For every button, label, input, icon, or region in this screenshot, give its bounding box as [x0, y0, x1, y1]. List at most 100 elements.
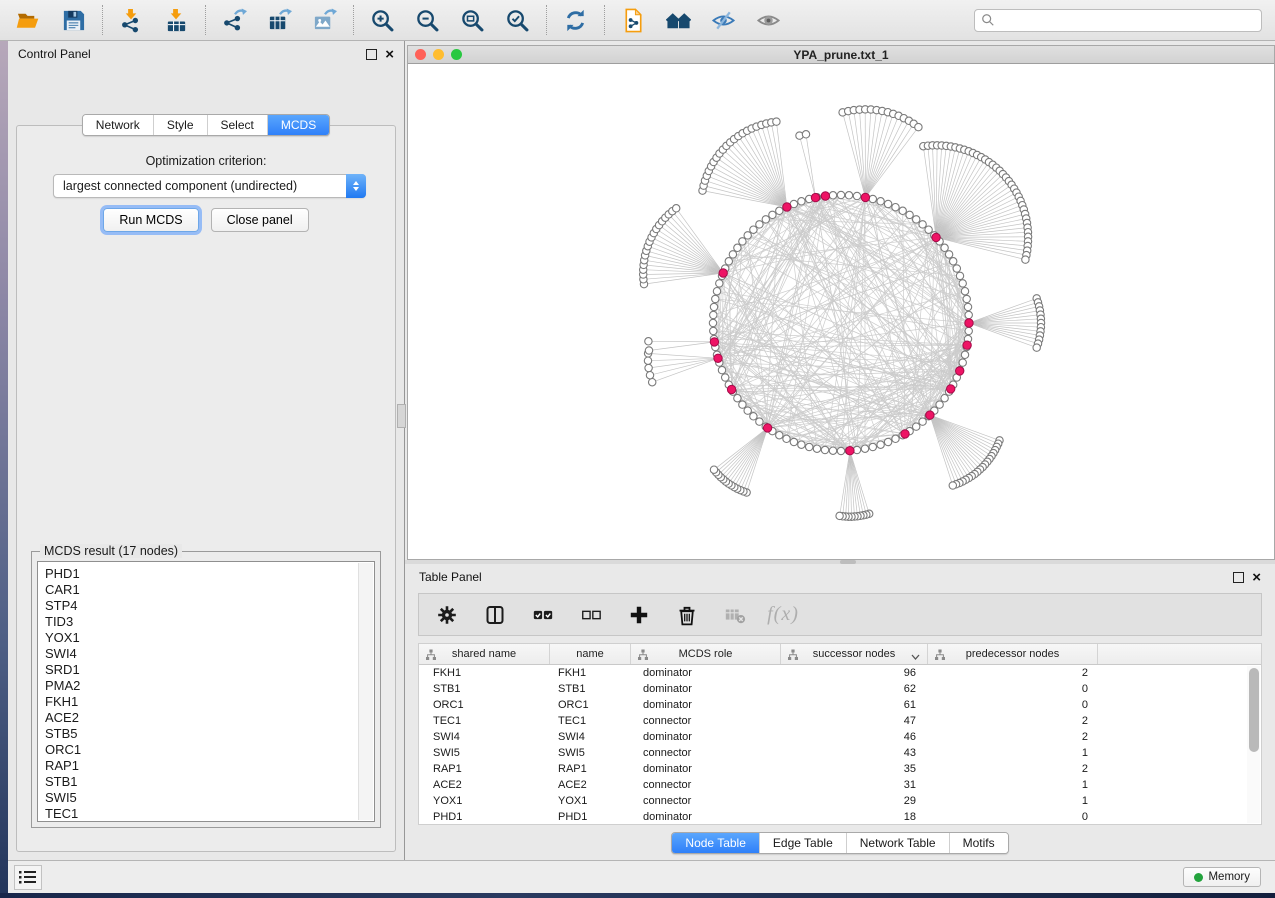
graph-fan-nodes[interactable] — [640, 106, 1045, 521]
cell-successor-nodes[interactable]: 61 — [781, 699, 928, 711]
optimization-criterion-select[interactable]: largest connected component (undirected) — [53, 174, 366, 198]
search-input[interactable] — [999, 12, 1255, 28]
gear-icon[interactable] — [435, 603, 459, 627]
zoom-out-icon[interactable] — [414, 7, 441, 34]
mcds-result-item[interactable]: TEC1 — [45, 806, 374, 822]
save-session-icon[interactable] — [60, 7, 87, 34]
mcds-result-item[interactable]: STB5 — [45, 726, 374, 742]
columns-icon[interactable] — [483, 603, 507, 627]
cell-MCDS-role[interactable]: connector — [631, 779, 781, 791]
cell-name[interactable]: SWI4 — [550, 731, 631, 743]
column-header-name[interactable]: name — [550, 644, 631, 664]
cell-shared-name[interactable]: TEC1 — [419, 715, 550, 727]
mcds-result-item[interactable]: ACE2 — [45, 710, 374, 726]
add-column-icon[interactable] — [627, 603, 651, 627]
cell-shared-name[interactable]: FKH1 — [419, 667, 550, 679]
tab-network[interactable]: Network — [83, 115, 153, 135]
select-all-icon[interactable] — [531, 603, 555, 627]
cell-shared-name[interactable]: PHD1 — [419, 811, 550, 823]
cell-MCDS-role[interactable]: connector — [631, 795, 781, 807]
task-history-button[interactable] — [14, 865, 42, 890]
table-tab-network-table[interactable]: Network Table — [846, 833, 949, 853]
mcds-result-item[interactable]: PMA2 — [45, 678, 374, 694]
cell-MCDS-role[interactable]: dominator — [631, 731, 781, 743]
mcds-result-item[interactable]: FKH1 — [45, 694, 374, 710]
mcds-result-item[interactable]: RAP1 — [45, 758, 374, 774]
cell-successor-nodes[interactable]: 96 — [781, 667, 928, 679]
table-row[interactable]: ORC1ORC1dominator610 — [419, 697, 1261, 713]
table-tab-node-table[interactable]: Node Table — [672, 833, 759, 853]
column-header-shared-name[interactable]: shared name — [419, 644, 550, 664]
cell-predecessor-nodes[interactable]: 0 — [928, 683, 1098, 695]
cell-shared-name[interactable]: ACE2 — [419, 779, 550, 791]
cell-name[interactable]: STB1 — [550, 683, 631, 695]
mcds-result-item[interactable]: SRD1 — [45, 662, 374, 678]
cell-name[interactable]: SWI5 — [550, 747, 631, 759]
column-header-predecessor-nodes[interactable]: predecessor nodes — [928, 644, 1098, 664]
vertical-splitter-handle[interactable] — [397, 404, 406, 428]
run-mcds-button[interactable]: Run MCDS — [103, 208, 198, 232]
cell-name[interactable]: TEC1 — [550, 715, 631, 727]
column-header-successor-nodes[interactable]: successor nodes — [781, 644, 928, 664]
close-table-panel-icon[interactable]: × — [1252, 573, 1261, 582]
tab-style[interactable]: Style — [153, 115, 207, 135]
share-network-document-icon[interactable] — [620, 7, 647, 34]
table-row[interactable]: FKH1FKH1dominator962 — [419, 665, 1261, 681]
memory-button[interactable]: Memory — [1183, 867, 1261, 887]
import-network-icon[interactable] — [118, 7, 145, 34]
mcds-result-item[interactable]: STB1 — [45, 774, 374, 790]
result-scrollbar[interactable] — [358, 563, 373, 820]
table-row[interactable]: YOX1YOX1connector291 — [419, 793, 1261, 809]
cell-MCDS-role[interactable]: dominator — [631, 763, 781, 775]
cell-MCDS-role[interactable]: dominator — [631, 667, 781, 679]
mcds-result-item[interactable]: TID3 — [45, 614, 374, 630]
cell-predecessor-nodes[interactable]: 0 — [928, 699, 1098, 711]
zoom-in-icon[interactable] — [369, 7, 396, 34]
cell-name[interactable]: PHD1 — [550, 811, 631, 823]
cell-successor-nodes[interactable]: 46 — [781, 731, 928, 743]
cell-predecessor-nodes[interactable]: 2 — [928, 731, 1098, 743]
cell-shared-name[interactable]: SWI5 — [419, 747, 550, 759]
search-box[interactable] — [974, 9, 1262, 32]
cell-predecessor-nodes[interactable]: 2 — [928, 715, 1098, 727]
cell-shared-name[interactable]: STB1 — [419, 683, 550, 695]
table-row[interactable]: SWI4SWI4dominator462 — [419, 729, 1261, 745]
cell-predecessor-nodes[interactable]: 2 — [928, 763, 1098, 775]
cell-successor-nodes[interactable]: 18 — [781, 811, 928, 823]
export-table-icon[interactable] — [266, 7, 293, 34]
deselect-all-icon[interactable] — [579, 603, 603, 627]
float-table-panel-icon[interactable] — [1233, 572, 1244, 583]
export-network-icon[interactable] — [221, 7, 248, 34]
cell-MCDS-role[interactable]: connector — [631, 715, 781, 727]
cell-successor-nodes[interactable]: 35 — [781, 763, 928, 775]
mcds-result-item[interactable]: SWI5 — [45, 790, 374, 806]
cell-name[interactable]: RAP1 — [550, 763, 631, 775]
table-row[interactable]: RAP1RAP1dominator352 — [419, 761, 1261, 777]
column-header-MCDS-role[interactable]: MCDS role — [631, 644, 781, 664]
cell-successor-nodes[interactable]: 31 — [781, 779, 928, 791]
show-graphics-details-icon[interactable] — [755, 7, 782, 34]
cell-MCDS-role[interactable]: connector — [631, 747, 781, 759]
cell-shared-name[interactable]: ORC1 — [419, 699, 550, 711]
scrollbar-thumb[interactable] — [1249, 668, 1259, 752]
cell-name[interactable]: YOX1 — [550, 795, 631, 807]
network-window-titlebar[interactable]: YPA_prune.txt_1 — [408, 46, 1274, 64]
close-panel-icon[interactable]: × — [385, 50, 394, 59]
mcds-result-list[interactable]: PHD1CAR1STP4TID3YOX1SWI4SRD1PMA2FKH1ACE2… — [37, 561, 375, 822]
cell-MCDS-role[interactable]: dominator — [631, 699, 781, 711]
mcds-result-item[interactable]: ORC1 — [45, 742, 374, 758]
mcds-result-item[interactable]: YOX1 — [45, 630, 374, 646]
close-panel-button[interactable]: Close panel — [211, 208, 309, 232]
network-overview-icon[interactable] — [665, 7, 692, 34]
delete-column-icon[interactable] — [675, 603, 699, 627]
cell-successor-nodes[interactable]: 29 — [781, 795, 928, 807]
import-table-icon[interactable] — [163, 7, 190, 34]
table-row[interactable]: SWI5SWI5connector431 — [419, 745, 1261, 761]
export-image-icon[interactable] — [311, 7, 338, 34]
cell-name[interactable]: FKH1 — [550, 667, 631, 679]
table-row[interactable]: STB1STB1dominator620 — [419, 681, 1261, 697]
table-scrollbar[interactable] — [1247, 666, 1260, 823]
cell-shared-name[interactable]: SWI4 — [419, 731, 550, 743]
mcds-result-item[interactable]: PHD1 — [45, 566, 374, 582]
float-panel-icon[interactable] — [366, 49, 377, 60]
